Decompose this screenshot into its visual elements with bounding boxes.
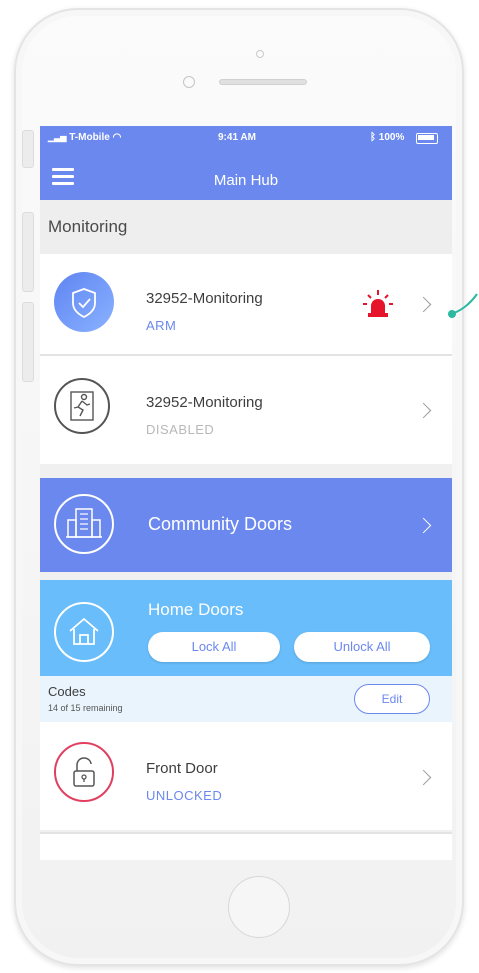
- home-doors-actions: Lock All Unlock All: [148, 632, 430, 662]
- running-person-icon: [54, 378, 110, 434]
- next-row-partial: [40, 834, 452, 860]
- mute-switch: [22, 130, 34, 168]
- door-status: UNLOCKED: [146, 788, 223, 803]
- community-doors-row[interactable]: Community Doors: [40, 478, 452, 572]
- app-screen: ▁▃▅ T-Mobile ◠ 9:41 AM ᛒ 100% Main Hub M…: [40, 126, 452, 860]
- shield-icon: [54, 272, 114, 332]
- home-doors-label: Home Doors: [148, 600, 244, 619]
- chevron-right-icon[interactable]: [415, 517, 432, 534]
- status-bar: ▁▃▅ T-Mobile ◠ 9:41 AM ᛒ 100%: [40, 132, 452, 148]
- home-button[interactable]: [228, 876, 290, 938]
- page-title: Main Hub: [213, 172, 279, 189]
- building-icon: [54, 494, 114, 554]
- monitoring-row-armed[interactable]: 32952-Monitoring ARM: [40, 254, 452, 354]
- edit-codes-button[interactable]: Edit: [354, 684, 430, 714]
- door-name: Front Door: [146, 760, 218, 777]
- wifi-icon: ◠: [112, 132, 122, 143]
- battery-percent: ᛒ 100%: [370, 132, 405, 143]
- volume-down-button: [22, 302, 34, 382]
- unlock-all-button[interactable]: Unlock All: [294, 632, 430, 662]
- codes-title: Codes: [48, 684, 86, 699]
- house-icon: [54, 602, 114, 662]
- volume-up-button: [22, 212, 34, 292]
- home-doors-panel: Home Doors Lock All Unlock All: [40, 580, 452, 676]
- community-doors-label: Community Doors: [148, 514, 293, 534]
- proximity-sensor: [256, 50, 264, 58]
- lock-all-button[interactable]: Lock All: [148, 632, 280, 662]
- monitoring-name: 32952-Monitoring: [146, 290, 263, 307]
- chevron-right-icon[interactable]: [415, 296, 432, 313]
- monitoring-name: 32952-Monitoring: [146, 394, 263, 411]
- battery-icon: [416, 133, 438, 144]
- alarm-siren-icon: [362, 288, 394, 320]
- chevron-right-icon[interactable]: [415, 769, 432, 786]
- section-title: Monitoring: [40, 200, 452, 254]
- codes-remaining: 14 of 15 remaining: [48, 703, 123, 713]
- carrier-label: ▁▃▅ T-Mobile ◠: [48, 132, 122, 143]
- annotation-pointer: [448, 292, 478, 328]
- chevron-right-icon[interactable]: [415, 402, 432, 419]
- signal-icon: ▁▃▅: [48, 133, 67, 142]
- monitoring-row-disabled[interactable]: 32952-Monitoring DISABLED: [40, 356, 452, 464]
- app-header: ▁▃▅ T-Mobile ◠ 9:41 AM ᛒ 100% Main Hub: [40, 126, 452, 200]
- unlocked-padlock-icon: [54, 742, 114, 802]
- codes-row: Codes 14 of 15 remaining Edit: [40, 676, 452, 722]
- bluetooth-icon: ᛒ: [370, 132, 376, 143]
- status-time: 9:41 AM: [218, 132, 256, 143]
- front-camera: [183, 76, 195, 88]
- earpiece-speaker: [219, 79, 307, 85]
- monitoring-status: ARM: [146, 318, 177, 333]
- front-door-row[interactable]: Front Door UNLOCKED: [40, 722, 452, 830]
- monitoring-status: DISABLED: [146, 422, 215, 437]
